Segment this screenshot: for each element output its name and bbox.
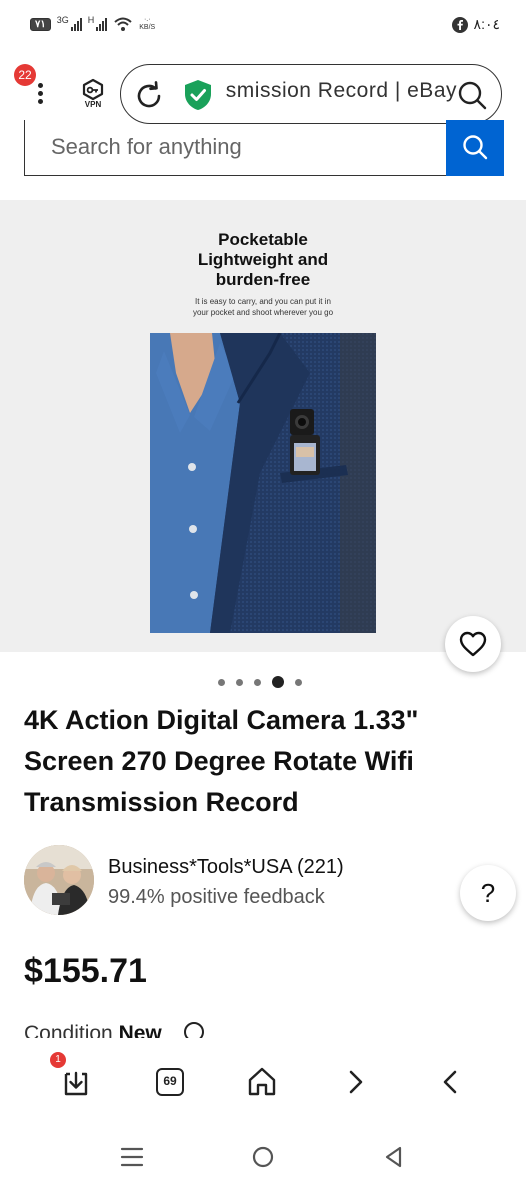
back-button[interactable] <box>432 1064 472 1104</box>
seller-feedback: 99.4% positive feedback <box>108 886 325 908</box>
product-photo <box>150 333 376 633</box>
seller-name[interactable]: Business*Tools*USA (221) <box>108 856 344 879</box>
chevron-left-icon <box>443 1070 457 1094</box>
system-nav-bar <box>0 1126 526 1186</box>
tabs-button[interactable]: 69 <box>152 1064 192 1104</box>
help-icon: ? <box>480 878 496 908</box>
seller-avatar[interactable] <box>24 845 94 915</box>
product-image-gallery[interactable]: Pocketable Lightweight and burden-free I… <box>0 200 526 652</box>
favorite-button[interactable] <box>445 616 501 672</box>
chevron-right-icon <box>349 1070 363 1094</box>
pagination-dot[interactable] <box>254 678 261 686</box>
pagination-dot[interactable] <box>218 678 225 686</box>
download-badge: 1 <box>50 1052 66 1068</box>
ebay-search: Search for anything <box>24 120 504 176</box>
security-shield-icon[interactable] <box>183 79 213 111</box>
pagination-dot[interactable] <box>236 678 243 686</box>
pagination-dot-active[interactable] <box>272 676 284 688</box>
vpn-button[interactable]: VPN <box>76 78 110 114</box>
address-bar[interactable]: Transmission Record | eBay <box>120 64 502 124</box>
browser-menu-button[interactable] <box>30 80 50 110</box>
help-button[interactable]: ? <box>460 865 516 921</box>
back-triangle-icon[interactable] <box>382 1145 404 1169</box>
condition-text: Condition New <box>24 1022 162 1038</box>
search-icon <box>463 135 488 160</box>
status-bar: ٧١ 3G H ·.· KB/S ٨:٠٤ <box>0 0 526 56</box>
url-text[interactable]: Transmission Record | eBay <box>225 79 457 103</box>
price: $155.71 <box>24 952 147 990</box>
search-input[interactable]: Search for anything <box>24 120 446 176</box>
heart-icon <box>459 631 487 657</box>
promo-title: Pocketable Lightweight and burden-free <box>197 230 329 289</box>
promo-subtitle: It is easy to carry, and you can put it … <box>192 297 334 317</box>
forward-button[interactable] <box>338 1064 378 1104</box>
network-speed: ·.· KB/S <box>139 16 156 31</box>
recents-icon[interactable] <box>120 1146 144 1168</box>
reload-icon[interactable] <box>133 80 165 112</box>
search-placeholder: Search for anything <box>51 134 242 159</box>
wifi-icon <box>114 17 132 31</box>
browser-bottom-nav: 1 69 <box>0 1040 526 1126</box>
battery-indicator: ٧١ <box>30 17 51 31</box>
status-left: ٧١ 3G H ·.· KB/S <box>30 15 156 32</box>
signal-icon <box>70 17 82 31</box>
listing-title: 4K Action Digital Camera 1.33" Screen 27… <box>24 705 419 817</box>
clock: ٨:٠٤ <box>473 16 500 32</box>
signal-icon <box>96 17 108 31</box>
pagination-dot[interactable] <box>295 678 302 686</box>
status-right: ٨:٠٤ <box>451 16 500 33</box>
download-icon <box>64 1071 88 1096</box>
jacket-illustration <box>150 333 376 633</box>
home-icon <box>248 1067 276 1096</box>
seller-photo <box>24 845 94 915</box>
notification-badge: 22 <box>14 64 36 86</box>
condition-value: New <box>118 1022 162 1038</box>
condition-label: Condition <box>24 1022 113 1038</box>
home-button[interactable] <box>244 1064 284 1104</box>
gallery-pagination <box>218 676 302 688</box>
vpn-label: VPN <box>84 100 102 109</box>
network-3g-indicator: 3G <box>57 15 82 31</box>
facebook-icon <box>451 16 468 33</box>
downloads-button[interactable]: 1 <box>50 1052 98 1104</box>
search-button[interactable] <box>446 120 504 176</box>
tabs-count: 69 <box>156 1068 184 1096</box>
vpn-icon <box>82 78 104 101</box>
search-icon[interactable] <box>457 80 487 110</box>
home-circle-icon[interactable] <box>251 1145 275 1169</box>
info-icon[interactable] <box>184 1022 204 1038</box>
network-h-indicator: H <box>88 15 108 31</box>
condition-row: Condition New <box>0 1018 526 1038</box>
